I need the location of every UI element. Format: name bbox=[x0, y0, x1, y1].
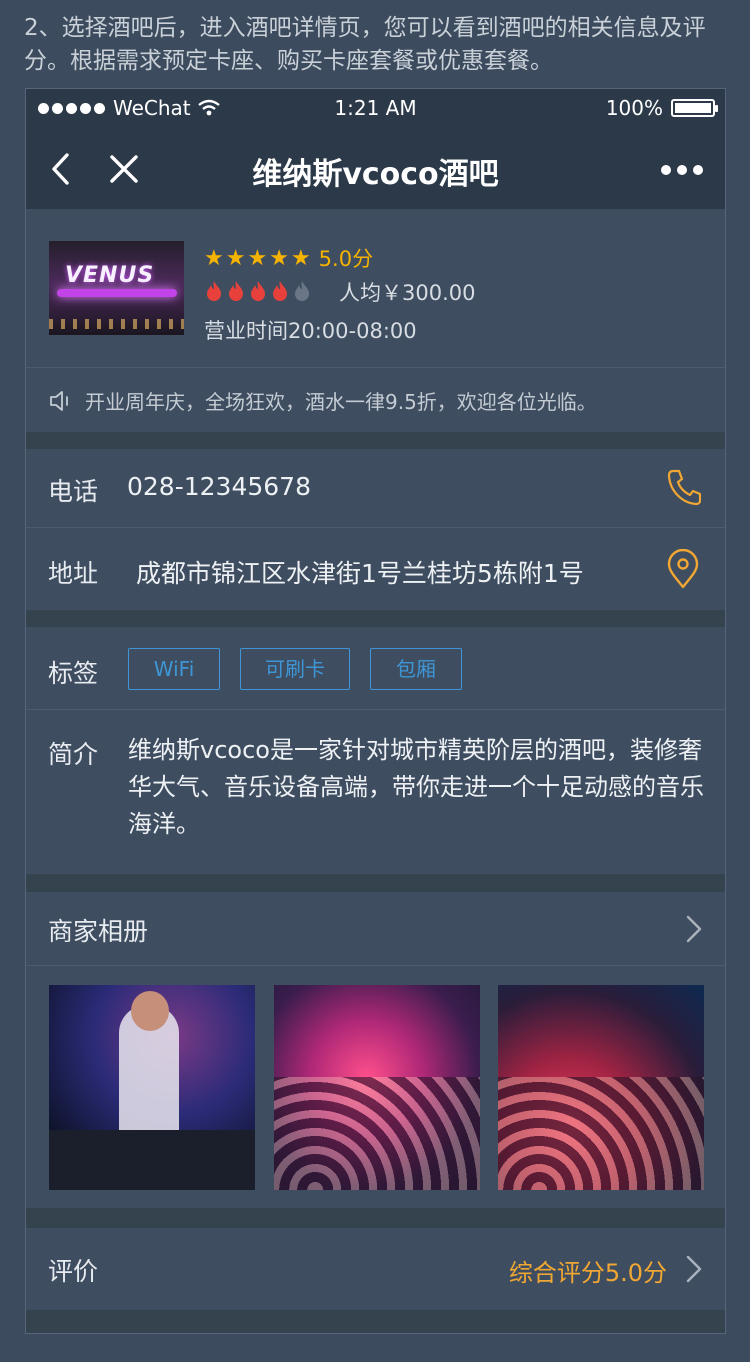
star-icon: ★ bbox=[290, 245, 311, 271]
star-icon: ★ bbox=[247, 245, 268, 271]
section-gap bbox=[26, 1310, 725, 1333]
album-chevron-icon[interactable] bbox=[685, 914, 703, 944]
tag-private-room: 包厢 bbox=[370, 648, 462, 690]
divider bbox=[26, 709, 725, 710]
reviews-label: 评价 bbox=[48, 1257, 99, 1286]
flame-icon-inactive bbox=[295, 281, 309, 301]
phone-label: 电话 bbox=[48, 477, 99, 506]
phone-screen: WeChat 1:21 AM 100% 维纳斯vcoco酒吧 VENUS ★ ★… bbox=[25, 88, 726, 1334]
average-price: 人均￥300.00 bbox=[339, 281, 476, 305]
battery-group: 100% bbox=[605, 96, 718, 120]
section-gap bbox=[26, 1208, 725, 1228]
star-icon: ★ bbox=[204, 245, 224, 271]
tag-wifi: WiFi bbox=[128, 648, 220, 690]
navigation-bar: 维纳斯vcoco酒吧 bbox=[26, 129, 725, 209]
phone-call-icon[interactable] bbox=[665, 467, 701, 507]
rating-score: 5.0分 bbox=[318, 247, 374, 271]
page-title: 维纳斯vcoco酒吧 bbox=[252, 157, 499, 192]
album-photo-dj[interactable] bbox=[49, 985, 255, 1190]
speaker-icon bbox=[50, 390, 68, 411]
address-label: 地址 bbox=[48, 559, 99, 588]
phone-number[interactable]: 028-12345678 bbox=[127, 472, 311, 501]
tag-card-payment: 可刷卡 bbox=[240, 648, 350, 690]
flame-icon bbox=[273, 281, 287, 301]
notice-banner: 开业周年庆，全场狂欢，酒水一律9.5折，欢迎各位光临。 bbox=[49, 386, 597, 415]
status-bar: WeChat 1:21 AM 100% bbox=[26, 89, 725, 129]
notice-text: 开业周年庆，全场狂欢，酒水一律9.5折，欢迎各位光临。 bbox=[85, 390, 597, 414]
section-gap bbox=[26, 874, 725, 892]
flame-icon bbox=[207, 281, 221, 301]
business-hours: 营业时间20:00-08:00 bbox=[204, 319, 417, 343]
instruction-caption: 2、选择酒吧后，进入酒吧详情页，您可以看到酒吧的相关信息及评分。根据需求预定卡座… bbox=[24, 15, 706, 74]
divider bbox=[26, 965, 725, 966]
tags-label: 标签 bbox=[48, 659, 99, 688]
battery-icon bbox=[671, 99, 718, 117]
intro-text: 维纳斯vcoco是一家针对城市精英阶层的酒吧，装修奢华大气、音乐设备高端，带你走… bbox=[128, 736, 704, 838]
flame-icon bbox=[251, 281, 265, 301]
intro-label: 简介 bbox=[48, 740, 99, 769]
star-icon: ★ bbox=[225, 245, 246, 271]
heat-rating bbox=[204, 280, 312, 302]
reviews-chevron-icon[interactable] bbox=[685, 1254, 703, 1284]
album-title[interactable]: 商家相册 bbox=[48, 912, 148, 948]
flame-icon bbox=[229, 281, 243, 301]
section-gap bbox=[26, 610, 725, 627]
battery-percent: 100% bbox=[605, 96, 663, 120]
address-value[interactable]: 成都市锦江区水津街1号兰桂坊5栋附1号 bbox=[136, 554, 584, 590]
album-photo-crowd[interactable] bbox=[498, 985, 704, 1190]
more-menu-icon[interactable] bbox=[661, 165, 703, 175]
bar-logo-image[interactable]: VENUS bbox=[49, 241, 184, 335]
bar-logo-text: VENUS bbox=[65, 263, 155, 288]
location-pin-icon[interactable] bbox=[665, 549, 701, 589]
album-photo-dancefloor[interactable] bbox=[274, 985, 480, 1190]
star-icon: ★ bbox=[269, 245, 289, 271]
star-rating: ★ ★ ★ ★ ★ 5.0分 bbox=[204, 243, 373, 273]
overall-score[interactable]: 综合评分5.0分 bbox=[509, 1253, 667, 1288]
section-gap bbox=[26, 432, 725, 449]
tag-list: WiFi 可刷卡 包厢 bbox=[128, 648, 462, 690]
